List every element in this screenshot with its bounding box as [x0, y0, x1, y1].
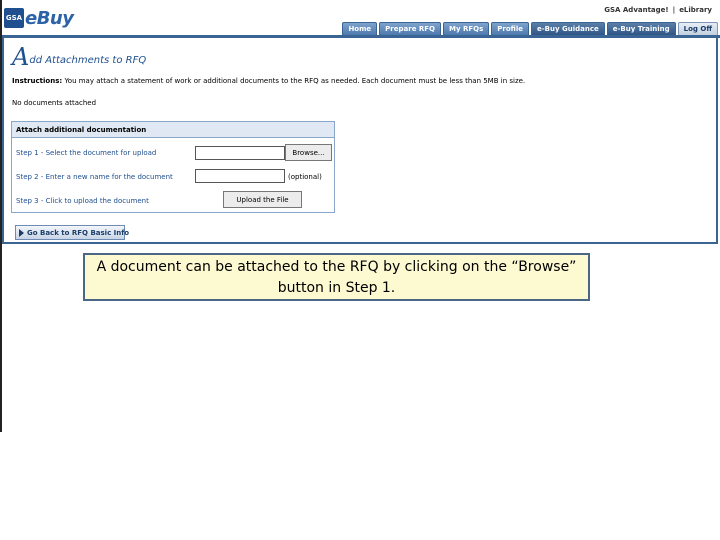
- instructions: Instructions: You may attach a statement…: [12, 77, 525, 85]
- instructions-text: You may attach a statement of work or ad…: [64, 77, 526, 85]
- attach-panel-heading: Attach additional documentation: [12, 122, 334, 138]
- tab-my-rfqs[interactable]: My RFQs: [443, 22, 490, 35]
- page-title-initial: A: [12, 43, 30, 71]
- step-3-label: Step 3 - Click to upload the document: [16, 197, 149, 205]
- play-arrow-icon: [19, 228, 24, 237]
- gsa-ebuy-logo[interactable]: GSA eBuy: [4, 6, 74, 30]
- ebuy-logo-text: eBuy: [25, 7, 74, 29]
- upload-file-button[interactable]: Upload the File: [223, 191, 302, 208]
- gsa-logo-icon: GSA: [4, 8, 24, 28]
- instruction-callout: A document can be attached to the RFQ by…: [83, 253, 590, 301]
- gsa-advantage-link[interactable]: GSA Advantage!: [604, 6, 668, 14]
- step-1-label: Step 1 - Select the document for upload: [16, 149, 157, 157]
- instructions-label: Instructions:: [12, 77, 63, 85]
- tab-prepare-rfq[interactable]: Prepare RFQ: [379, 22, 441, 35]
- tab-ebuy-guidance[interactable]: e-Buy Guidance: [531, 22, 605, 35]
- top-links: GSA Advantage! | eLibrary: [604, 6, 712, 14]
- top-links-separator: |: [672, 6, 676, 14]
- attach-documentation-panel: Attach additional documentation Step 1 -…: [11, 121, 335, 213]
- page-title: Add Attachments to RFQ: [12, 43, 146, 71]
- page-title-rest: dd Attachments to RFQ: [29, 55, 147, 66]
- tab-home[interactable]: Home: [342, 22, 378, 35]
- browse-button[interactable]: Browse...: [285, 144, 332, 161]
- back-to-rfq-basic-info-button[interactable]: Go Back to RFQ Basic Info: [15, 225, 129, 240]
- back-button-label: Go Back to RFQ Basic Info: [27, 228, 130, 237]
- step-2-label: Step 2 - Enter a new name for the docume…: [16, 173, 173, 181]
- elibrary-link[interactable]: eLibrary: [679, 6, 712, 14]
- document-name-input[interactable]: [195, 169, 285, 183]
- tab-profile[interactable]: Profile: [491, 22, 529, 35]
- tab-log-off[interactable]: Log Off: [677, 22, 718, 35]
- file-path-input[interactable]: [195, 146, 285, 160]
- main-nav-tabs: Home Prepare RFQ My RFQs Profile e-Buy G…: [342, 22, 718, 35]
- no-documents-text: No documents attached: [12, 99, 97, 107]
- optional-label: (optional): [288, 173, 322, 181]
- tab-ebuy-training[interactable]: e-Buy Training: [606, 22, 676, 35]
